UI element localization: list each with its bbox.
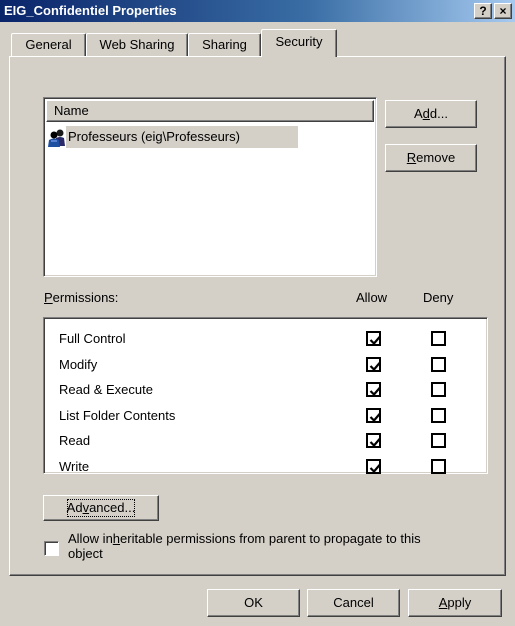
allow-checkbox[interactable] [366,433,381,448]
permission-name: Modify [59,356,98,372]
inherit-permissions-label[interactable]: Allow inheritable permissions from paren… [68,531,488,561]
deny-checkbox[interactable] [431,407,446,423]
allow-checkbox[interactable] [366,331,381,346]
allow-checkbox[interactable] [366,382,381,397]
tab-sharing[interactable]: Sharing [188,33,261,56]
permission-name: List Folder Contents [59,407,176,423]
permissions-label-rest: ermissions: [52,290,119,305]
deny-column-header: Deny [423,290,454,305]
cancel-button[interactable]: Cancel [307,589,400,617]
list-item[interactable]: Professeurs (eig\Professeurs) [66,126,298,148]
apply-button[interactable]: Apply [408,589,502,617]
close-button[interactable]: × [494,3,512,19]
permission-name: Full Control [59,331,126,346]
permission-name: Write [59,458,90,474]
advanced-label-a: Ad [66,500,83,515]
title-bar[interactable]: EIG_Confidentiel Properties ? × [0,0,515,22]
name-column-header[interactable]: Name [46,100,374,122]
remove-label-key: R [406,150,417,165]
permissions-list[interactable]: Full Control Modify Read & Execute List Fol… [43,317,488,474]
permissions-label: Permissions: [44,290,118,305]
permission-name: Read & Execute [59,382,153,397]
inherit-text-b: eritable permissions from parent to prop… [120,531,421,546]
permission-name: Read [59,433,91,448]
user-list[interactable]: Name Professeurs (eig\Professeurs) [43,97,377,277]
inherit-permissions-checkbox[interactable] [44,541,59,556]
window-title: EIG_Confidentiel Properties [4,3,177,18]
deny-checkbox[interactable] [431,382,446,397]
deny-checkbox[interactable] [431,458,446,474]
inherit-text-a: Allow in [68,531,113,546]
allow-column-header: Allow [356,290,388,305]
advanced-focus-box: Advanced... [64,496,139,520]
add-label-a: A [414,106,423,121]
apply-label-rest: pply [447,595,472,610]
tab-web-sharing[interactable]: Web Sharing [86,33,188,56]
user-group-icon [47,128,65,147]
allow-checkbox[interactable] [366,407,381,423]
deny-checkbox[interactable] [431,433,446,448]
user-name: Professeurs (eig\Professeurs) [68,129,240,144]
deny-checkbox[interactable] [431,356,446,372]
help-button[interactable]: ? [474,3,492,19]
remove-label-rest: emove [416,150,456,165]
allow-checkbox[interactable] [366,356,381,372]
tab-general[interactable]: General [11,33,86,56]
permissions-label-key: P [44,290,53,305]
tab-security[interactable]: Security [261,29,337,57]
remove-button[interactable]: Remove [385,144,477,172]
inherit-text-key: h [112,531,121,546]
add-label-rest: d... [429,106,448,121]
deny-checkbox[interactable] [431,331,446,346]
ok-button[interactable]: OK [207,589,300,617]
inherit-text-c: object [68,546,103,561]
allow-checkbox[interactable] [366,458,381,474]
add-label-key: d [422,106,430,121]
advanced-label-rest: anced... [89,500,136,515]
add-button[interactable]: Add... [385,100,477,128]
advanced-button[interactable]: Advanced... [43,495,159,521]
